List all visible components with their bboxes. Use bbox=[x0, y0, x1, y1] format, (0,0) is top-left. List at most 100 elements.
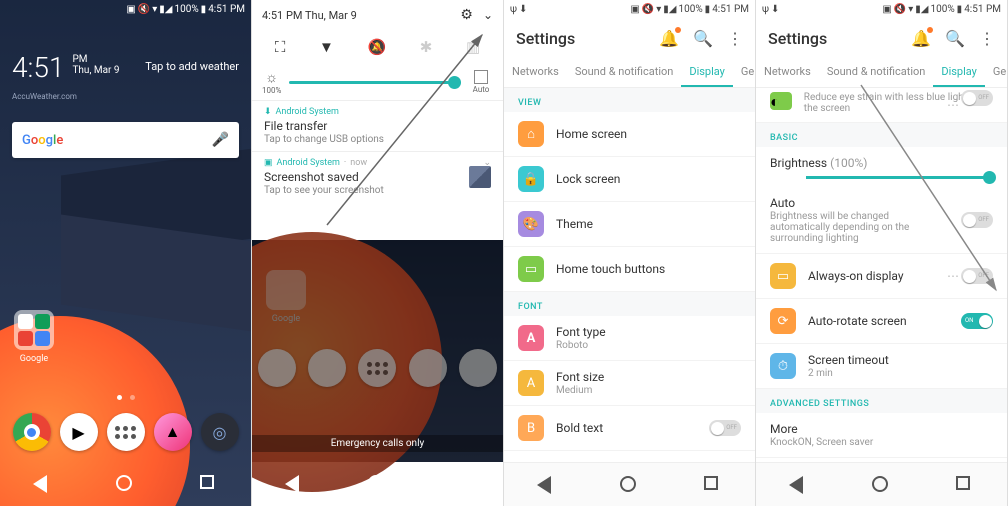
camera-app[interactable]: ◎ bbox=[201, 413, 239, 451]
home-button[interactable] bbox=[872, 476, 890, 494]
notifications-icon[interactable]: 🔔 bbox=[659, 29, 679, 48]
overflow-icon[interactable]: ⋮ bbox=[979, 29, 995, 48]
bold-icon: B bbox=[518, 415, 544, 441]
nav-bar bbox=[504, 462, 755, 506]
brightness-slider[interactable] bbox=[806, 176, 993, 179]
google-folder-label: Google bbox=[14, 354, 54, 364]
google-search-bar[interactable]: Google 🎤 bbox=[12, 122, 239, 158]
home-icon: ⌂ bbox=[518, 121, 544, 147]
nfc-icon: ▣ bbox=[882, 4, 891, 15]
search-icon[interactable]: 🔍 bbox=[693, 29, 713, 48]
recents-button[interactable] bbox=[452, 475, 470, 493]
search-icon[interactable]: 🔍 bbox=[945, 29, 965, 48]
recents-button[interactable] bbox=[704, 476, 722, 494]
row-brightness[interactable]: Brightness (100%) bbox=[756, 147, 1007, 174]
auto-rotate-toggle[interactable] bbox=[961, 313, 993, 329]
tab-display[interactable]: Display bbox=[681, 58, 733, 87]
mic-icon[interactable]: 🎤 bbox=[212, 132, 229, 148]
row-bold-text[interactable]: BBold text bbox=[504, 406, 755, 451]
row-more[interactable]: MoreKnockON, Screen saver bbox=[756, 413, 1007, 458]
row-font-size[interactable]: AFont sizeMedium bbox=[504, 361, 755, 406]
app-drawer-button[interactable] bbox=[107, 413, 145, 451]
settings-gear-icon[interactable]: ⚙ bbox=[460, 7, 473, 23]
aod-toggle[interactable] bbox=[961, 268, 993, 284]
clock-widget[interactable]: 4:51 PM Thu, Mar 9 bbox=[12, 54, 120, 82]
settings-title: Settings bbox=[516, 29, 575, 48]
row-lock-screen[interactable]: 🔒Lock screen bbox=[504, 157, 755, 202]
overflow-icon[interactable]: ⋮ bbox=[727, 29, 743, 48]
play-store-app[interactable]: ▶ bbox=[60, 413, 98, 451]
nav-bar bbox=[756, 462, 1007, 506]
mute-icon: 🔇 bbox=[642, 4, 654, 15]
recents-button[interactable] bbox=[956, 476, 974, 494]
comfort-view-toggle[interactable] bbox=[961, 90, 993, 106]
row-home-touch-buttons[interactable]: ▭Home touch buttons bbox=[504, 247, 755, 292]
battery-pct: 100% bbox=[174, 4, 198, 15]
notification-screenshot[interactable]: ▣Android System · now⌄ Screenshot saved … bbox=[252, 151, 503, 202]
back-button[interactable] bbox=[33, 475, 51, 493]
home-button[interactable] bbox=[116, 475, 134, 493]
tab-sound[interactable]: Sound & notification bbox=[567, 58, 682, 87]
auto-brightness-checkbox[interactable]: Auto bbox=[469, 70, 493, 94]
brightness-row: ☼100% Auto bbox=[252, 64, 503, 100]
settings-display-pane-1: ψ⬇ ▣🔇▾▮◢ 100%▮4:51 PM Settings 🔔 🔍 ⋮ Net… bbox=[504, 0, 756, 506]
gallery-app[interactable]: ▲ bbox=[154, 413, 192, 451]
fullscreen-icon[interactable]: ⛶ bbox=[275, 38, 286, 56]
tab-networks[interactable]: Networks bbox=[504, 58, 567, 87]
signal-icon: ▮◢ bbox=[663, 4, 676, 15]
brightness-slider[interactable] bbox=[289, 81, 461, 84]
row-comfort-view-partial[interactable]: ◐ Reduce eye strain with less blue light… bbox=[756, 88, 1007, 123]
row-theme[interactable]: 🎨Theme bbox=[504, 202, 755, 247]
wifi-toggle-icon[interactable]: ▼ bbox=[319, 38, 334, 56]
row-always-on-display[interactable]: ▭ Always-on display ⋯ bbox=[756, 254, 1007, 299]
bold-text-toggle[interactable] bbox=[709, 420, 741, 436]
home-screen-pane: ▣ 🔇 ▾ ▮◢ 100% ▮ 4:51 PM 4:51 PM Thu, Mar… bbox=[0, 0, 252, 506]
mute-icon: 🔇 bbox=[138, 4, 150, 15]
tab-general[interactable]: General bbox=[733, 58, 756, 87]
usb-icon: ψ bbox=[510, 4, 517, 15]
row-more-icon[interactable]: ⋯ bbox=[947, 269, 957, 283]
battery-saver-icon[interactable]: ▥ bbox=[466, 38, 480, 56]
expand-chevron-icon[interactable]: ⌄ bbox=[483, 8, 493, 22]
wifi-icon: ▾ bbox=[908, 4, 913, 15]
mute-icon: 🔇 bbox=[894, 4, 906, 15]
tab-sound[interactable]: Sound & notification bbox=[819, 58, 934, 87]
chrome-app[interactable] bbox=[13, 413, 51, 451]
theme-icon: 🎨 bbox=[518, 211, 544, 237]
nav-bar bbox=[252, 462, 503, 506]
row-home-screen[interactable]: ⌂Home screen bbox=[504, 112, 755, 157]
back-button[interactable] bbox=[537, 476, 555, 494]
recents-button[interactable] bbox=[200, 475, 218, 493]
home-button[interactable] bbox=[368, 475, 386, 493]
download-icon: ⬇ bbox=[519, 4, 527, 15]
status-bar: ψ⬇ ▣🔇▾▮◢ 100%▮4:51 PM bbox=[756, 0, 1007, 18]
back-button[interactable] bbox=[285, 475, 303, 493]
home-button[interactable] bbox=[620, 476, 638, 494]
settings-list[interactable]: ◐ Reduce eye strain with less blue light… bbox=[756, 88, 1007, 462]
row-font-type[interactable]: AFont typeRoboto bbox=[504, 316, 755, 361]
auto-brightness-toggle[interactable] bbox=[961, 212, 993, 228]
row-more-icon[interactable]: ⋯ bbox=[947, 98, 957, 112]
font-type-icon: A bbox=[518, 325, 544, 351]
tab-display[interactable]: Display bbox=[933, 58, 985, 87]
google-folder[interactable] bbox=[14, 310, 54, 350]
row-screen-timeout[interactable]: ⏱ Screen timeout2 min bbox=[756, 344, 1007, 389]
bluetooth-toggle-icon[interactable]: ✱ bbox=[420, 38, 433, 56]
android-system-icon: ⬇ bbox=[264, 107, 272, 117]
row-auto-rotate[interactable]: ⟳ Auto-rotate screen bbox=[756, 299, 1007, 344]
settings-tabs: Networks Sound & notification Display Ge… bbox=[756, 58, 1007, 88]
tab-general[interactable]: General bbox=[985, 58, 1008, 87]
notifications-icon[interactable]: 🔔 bbox=[911, 29, 931, 48]
comfort-view-icon: ◐ bbox=[770, 92, 792, 110]
row-auto-brightness[interactable]: AutoBrightness will be changed automatic… bbox=[756, 187, 1007, 254]
settings-title: Settings bbox=[768, 29, 827, 48]
tab-networks[interactable]: Networks bbox=[756, 58, 819, 87]
settings-list[interactable]: VIEW ⌂Home screen 🔒Lock screen 🎨Theme ▭H… bbox=[504, 88, 755, 462]
battery-icon: ▮ bbox=[705, 4, 711, 15]
wifi-icon: ▾ bbox=[152, 4, 157, 15]
sound-toggle-icon[interactable]: 🔕 bbox=[367, 38, 386, 56]
notification-file-transfer[interactable]: ⬇Android System File transfer Tap to cha… bbox=[252, 100, 503, 151]
back-button[interactable] bbox=[789, 476, 807, 494]
aod-icon: ▭ bbox=[770, 263, 796, 289]
weather-widget[interactable]: Tap to add weather bbox=[145, 60, 239, 73]
